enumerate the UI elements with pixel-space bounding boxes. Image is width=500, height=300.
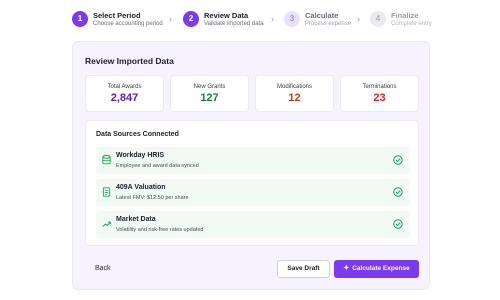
back-button[interactable]: Back xyxy=(95,265,111,272)
chevron-right-icon: › xyxy=(169,14,172,24)
source-name: Market Data xyxy=(116,216,156,223)
check-circle-icon xyxy=(393,155,403,165)
stat-label: Modifications xyxy=(276,84,312,90)
stat-label: Terminations xyxy=(362,84,397,90)
stat-value: 127 xyxy=(200,92,219,104)
step-title: Review Data xyxy=(204,11,249,20)
source-item-market-data: Market Data Volatility and risk-free rat… xyxy=(96,211,409,238)
source-name: Workday HRIS xyxy=(116,152,165,159)
chevron-right-icon: › xyxy=(357,14,360,24)
source-item-409a: 409A Valuation Latest FMV: $12.50 per sh… xyxy=(96,179,409,206)
stat-card-new-grants: New Grants 127 xyxy=(170,75,249,112)
stat-card-total-awards: Total Awards 2,847 xyxy=(85,75,164,112)
stat-card-modifications: Modifications 12 xyxy=(255,75,334,112)
stats-row: Total Awards 2,847 New Grants 127 Modifi… xyxy=(85,75,419,112)
step-title: Select Period xyxy=(93,11,141,20)
stat-value: 12 xyxy=(288,92,301,104)
save-draft-button[interactable]: Save Draft xyxy=(277,260,330,278)
stat-card-terminations: Terminations 23 xyxy=(340,75,419,112)
source-description: Volatility and risk-free rates updated xyxy=(116,227,204,233)
calculate-expense-button[interactable]: ✦ Calculate Expense xyxy=(334,260,419,278)
stat-label: New Grants xyxy=(193,84,226,90)
document-icon xyxy=(102,187,111,197)
step-subtitle: Choose accounting period xyxy=(93,21,163,27)
check-circle-icon xyxy=(393,219,403,229)
check-circle-icon xyxy=(393,187,403,197)
step-subtitle: Complete entry xyxy=(391,21,432,27)
step-number: 1 xyxy=(72,11,88,27)
stat-value: 23 xyxy=(373,92,386,104)
source-item-workday: Workday HRIS Employee and award data syn… xyxy=(96,147,409,174)
review-panel: Review Imported Data Total Awards 2,847 … xyxy=(72,41,430,290)
step-number: 3 xyxy=(284,11,300,27)
step-subtitle: Validate imported data xyxy=(204,21,264,27)
data-sources-card: Data Sources Connected Workday HRIS Empl… xyxy=(85,120,419,246)
source-name: 409A Valuation xyxy=(116,184,166,191)
calculate-expense-label: Calculate Expense xyxy=(352,265,410,272)
stat-label: Total Awards xyxy=(107,84,142,90)
page-title: Review Imported Data xyxy=(85,56,174,66)
sparkle-icon: ✦ xyxy=(343,265,350,272)
step-subtitle: Process expense xyxy=(305,21,352,27)
source-description: Employee and award data synced xyxy=(116,163,199,169)
progress-stepper: 1 Select Period Choose accounting period… xyxy=(72,9,500,33)
data-sources-title: Data Sources Connected xyxy=(96,131,179,138)
step-number: 2 xyxy=(183,11,199,27)
chevron-right-icon: › xyxy=(271,14,274,24)
stat-value: 2,847 xyxy=(110,92,139,104)
step-number: 4 xyxy=(370,11,386,27)
trend-icon xyxy=(102,221,111,228)
source-description: Latest FMV: $12.50 per share xyxy=(116,195,189,201)
step-title: Finalize xyxy=(391,11,419,20)
step-title: Calculate xyxy=(305,11,339,20)
database-icon xyxy=(102,155,111,165)
